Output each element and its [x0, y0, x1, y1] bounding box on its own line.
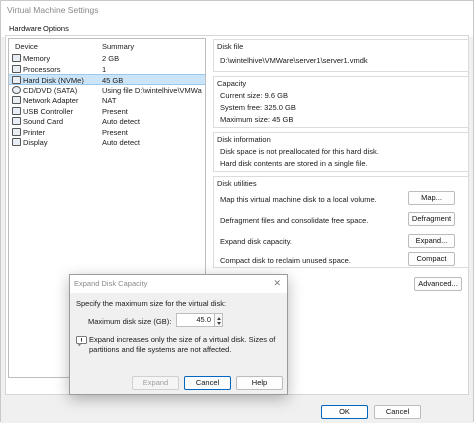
max-size-label: Maximum disk size (GB):: [88, 317, 172, 326]
tab-hardware[interactable]: Hardware: [6, 23, 45, 34]
device-row-printer[interactable]: Printer Present: [9, 127, 205, 138]
device-summary: Using file D:\wintelhive\VMWa...: [102, 85, 202, 95]
device-name: Processors: [23, 64, 61, 74]
device-name: Hard Disk (NVMe): [23, 76, 84, 85]
expand-description: Expand disk capacity.: [220, 237, 292, 246]
device-row-display[interactable]: Display Auto detect: [9, 137, 205, 148]
disk-utilities-title: Disk utilities: [217, 179, 257, 188]
device-name: Memory: [23, 54, 51, 63]
expand-button[interactable]: Expand...: [408, 234, 455, 248]
device-summary: NAT: [102, 96, 117, 105]
device-row-sound-card[interactable]: Sound Card Auto detect: [9, 116, 205, 127]
disk-file-group: Disk file D:\wintelhive\VMWare\server1\s…: [213, 39, 469, 72]
device-name: USB Controller: [23, 106, 74, 116]
vm-settings-window: Virtual Machine Settings Hardware Option…: [0, 0, 474, 423]
max-disk-size-input[interactable]: 45.0: [176, 313, 215, 327]
device-summary: Auto detect: [102, 138, 140, 147]
map-description: Map this virtual machine disk to a local…: [220, 195, 377, 204]
dialog-help-button[interactable]: Help: [236, 376, 283, 390]
network-adapter-icon: [12, 96, 21, 104]
device-row-memory[interactable]: Memory 2 GB: [9, 53, 205, 64]
maximum-size: Maximum size: 45 GB: [220, 115, 294, 124]
device-name: Network Adapter: [23, 96, 79, 105]
system-free: System free: 325.0 GB: [220, 103, 296, 112]
device-summary: 45 GB: [102, 76, 124, 85]
expand-instruction: Specify the maximum size for the virtual…: [76, 299, 227, 308]
hard-disk-icon: [12, 76, 21, 84]
info-note-icon: [76, 336, 87, 346]
disk-information-group: Disk information Disk space is not preal…: [213, 132, 469, 172]
capacity-group: Capacity Current size: 9.6 GB System fre…: [213, 76, 469, 128]
device-name: Sound Card: [23, 117, 64, 126]
device-row-cd-dvd[interactable]: CD/DVD (SATA) Using file D:\wintelhive\V…: [9, 85, 205, 96]
dialog-expand-button[interactable]: Expand: [132, 376, 179, 390]
disk-file-title: Disk file: [217, 42, 244, 51]
window-title: Virtual Machine Settings: [1, 1, 473, 21]
current-size: Current size: 9.6 GB: [220, 91, 288, 100]
spin-down-icon[interactable]: [217, 322, 221, 325]
disk-info-storage: Hard disk contents are stored in a singl…: [220, 159, 368, 168]
sound-card-icon: [12, 117, 21, 125]
processor-icon: [12, 64, 21, 73]
expand-note-line-2: partitions and file systems are not affe…: [89, 345, 232, 354]
expand-dialog-title-text: Expand Disk Capacity: [74, 279, 148, 288]
capacity-title: Capacity: [217, 79, 247, 88]
compact-description: Compact disk to reclaim unused space.: [220, 256, 351, 265]
defragment-button[interactable]: Defragment: [408, 212, 455, 226]
display-icon: [12, 138, 21, 146]
usb-icon: [12, 106, 21, 115]
cd-dvd-icon: [12, 85, 21, 94]
device-list-header: Device Summary: [9, 39, 205, 51]
device-row-network-adapter[interactable]: Network Adapter NAT: [9, 95, 205, 106]
dialog-button-bar: OK Cancel: [1, 399, 473, 423]
dialog-cancel-button[interactable]: Cancel: [184, 376, 231, 390]
expand-note-line-1: Expand increases only the size of a virt…: [89, 335, 276, 344]
disk-information-title: Disk information: [217, 135, 271, 144]
expand-dialog-title: Expand Disk Capacity ✕: [70, 275, 287, 293]
printer-icon: [12, 127, 21, 136]
advanced-button[interactable]: Advanced...: [414, 277, 462, 291]
disk-utilities-group: Disk utilities Map this virtual machine …: [213, 176, 469, 268]
cancel-button[interactable]: Cancel: [374, 405, 421, 419]
ok-button[interactable]: OK: [321, 405, 368, 419]
device-summary: 1: [102, 64, 107, 74]
size-spinner[interactable]: [215, 313, 223, 327]
disk-file-path: D:\wintelhive\VMWare\server1\server1.vmd…: [220, 56, 368, 65]
device-name: Display: [23, 138, 48, 147]
device-summary: 2 GB: [102, 54, 120, 63]
defragment-description: Defragment files and consolidate free sp…: [220, 216, 369, 225]
close-icon[interactable]: ✕: [273, 278, 281, 289]
expand-disk-capacity-dialog: Expand Disk Capacity ✕ Specify the maxim…: [69, 274, 288, 395]
device-summary: Present: [102, 127, 128, 137]
device-summary: Present: [102, 106, 128, 116]
device-row-usb-controller[interactable]: USB Controller Present: [9, 106, 205, 117]
disk-info-preallocation: Disk space is not preallocated for this …: [220, 147, 379, 156]
device-row-processors[interactable]: Processors 1: [9, 64, 205, 75]
spin-up-icon[interactable]: [217, 317, 221, 320]
tab-options[interactable]: Options: [40, 23, 72, 34]
device-name: CD/DVD (SATA): [23, 85, 78, 95]
device-name: Printer: [23, 127, 46, 137]
column-header-summary[interactable]: Summary: [102, 42, 134, 51]
compact-button[interactable]: Compact: [408, 252, 455, 266]
device-row-hard-disk[interactable]: Hard Disk (NVMe) 45 GB: [9, 74, 205, 85]
memory-icon: [12, 54, 21, 62]
map-button[interactable]: Map...: [408, 191, 455, 205]
column-header-device[interactable]: Device: [15, 42, 38, 51]
device-summary: Auto detect: [102, 117, 140, 126]
